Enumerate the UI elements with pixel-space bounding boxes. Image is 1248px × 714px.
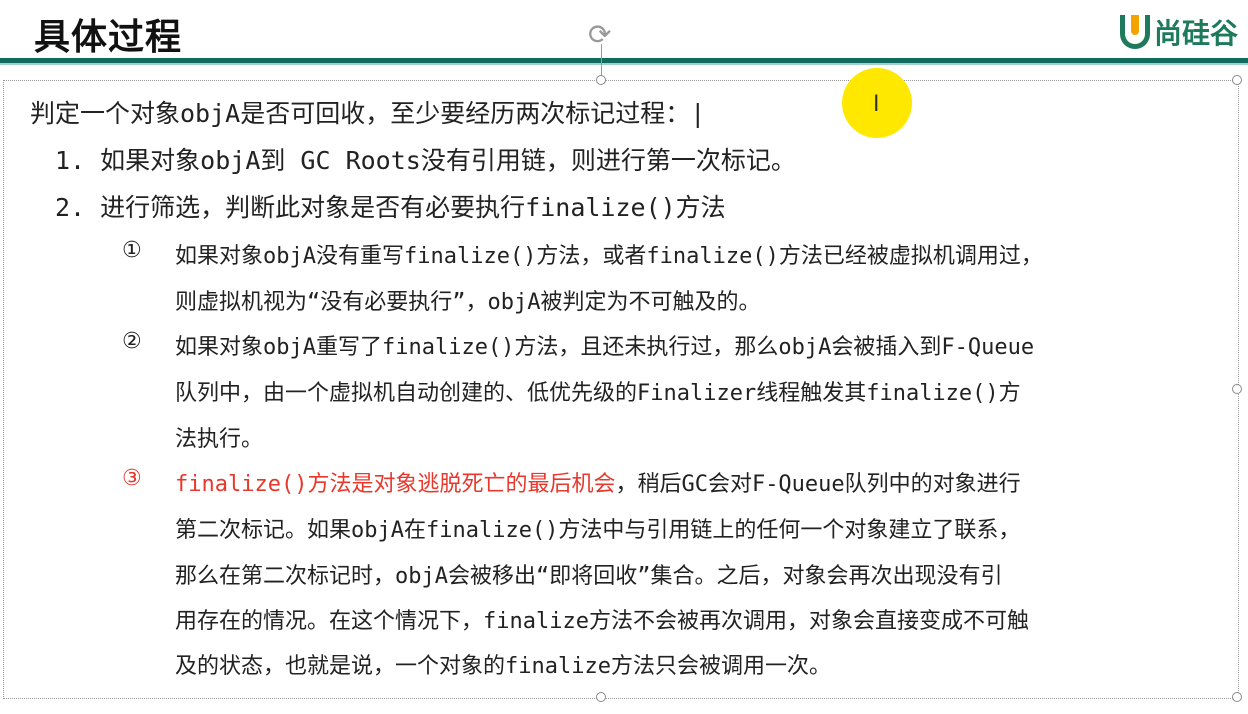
- subitem-1-line[interactable]: 则虚拟机视为“没有必要执行”，objA被判定为不可触及的。: [175, 284, 760, 316]
- subitem-2-line[interactable]: 如果对象objA重写了finalize()方法，且还未执行过，那么objA会被插…: [175, 329, 1034, 361]
- item-text: 如果对象objA到 GC Roots没有引用链，则进行第一次标记。: [100, 146, 796, 175]
- subitem-number: ①: [122, 238, 142, 263]
- text-cursor-icon: I: [873, 92, 880, 117]
- resize-handle-right[interactable]: [1232, 384, 1242, 394]
- logo-mark-icon: [1120, 15, 1150, 49]
- highlighted-text: finalize()方法是对象逃脱死亡的最后机会: [175, 472, 616, 497]
- list-item-1[interactable]: 1. 如果对象objA到 GC Roots没有引用链，则进行第一次标记。: [55, 141, 796, 177]
- subitem-3-line[interactable]: finalize()方法是对象逃脱死亡的最后机会，稍后GC会对F-Queue队列…: [175, 466, 1021, 498]
- item-text: 进行筛选，判断此对象是否有必要执行finalize()方法: [100, 193, 726, 222]
- resize-handle-bottom-right[interactable]: [1232, 692, 1242, 702]
- subitem-3-line[interactable]: 用存在的情况。在这个情况下，finalize方法不会被再次调用，对象会直接变成不…: [175, 603, 1029, 635]
- resize-handle-bottom[interactable]: [596, 692, 606, 702]
- logo-text: 尚硅谷: [1154, 17, 1239, 50]
- slide-title: 具体过程: [34, 17, 183, 58]
- plain-text: ，稍后GC会对F-Queue队列中的对象进行: [615, 472, 1021, 497]
- list-item-2[interactable]: 2. 进行筛选，判断此对象是否有必要执行finalize()方法: [55, 188, 726, 224]
- intro-text[interactable]: 判定一个对象objA是否可回收，至少要经历两次标记过程：|: [30, 94, 705, 130]
- subitem-3-line[interactable]: 及的状态，也就是说，一个对象的finalize方法只会被调用一次。: [175, 648, 831, 680]
- subitem-number: ③: [122, 466, 142, 491]
- logo: 尚硅谷: [1120, 12, 1238, 52]
- subitem-1-line[interactable]: 如果对象objA没有重写finalize()方法，或者finalize()方法已…: [175, 238, 1043, 270]
- rotate-handle-icon[interactable]: ⟳: [588, 18, 611, 51]
- item-number: 2.: [55, 193, 86, 222]
- resize-handle-top[interactable]: [596, 75, 606, 85]
- subitem-2-line[interactable]: 法执行。: [175, 421, 263, 453]
- subitem-2-line[interactable]: 队列中，由一个虚拟机自动创建的、低优先级的Finalizer线程触发其final…: [175, 375, 1021, 407]
- rotate-handle-line: [601, 44, 602, 78]
- subitem-3-line[interactable]: 第二次标记。如果objA在finalize()方法中与引用链上的任何一个对象建立…: [175, 512, 1020, 544]
- resize-handle-top-right[interactable]: [1232, 75, 1242, 85]
- subitem-number: ②: [122, 329, 142, 354]
- item-number: 1.: [55, 146, 86, 175]
- subitem-3-line[interactable]: 那么在第二次标记时，objA会被移出“即将回收”集合。之后，对象会再次出现没有引: [175, 558, 1002, 590]
- header-divider-light: [0, 63, 1248, 65]
